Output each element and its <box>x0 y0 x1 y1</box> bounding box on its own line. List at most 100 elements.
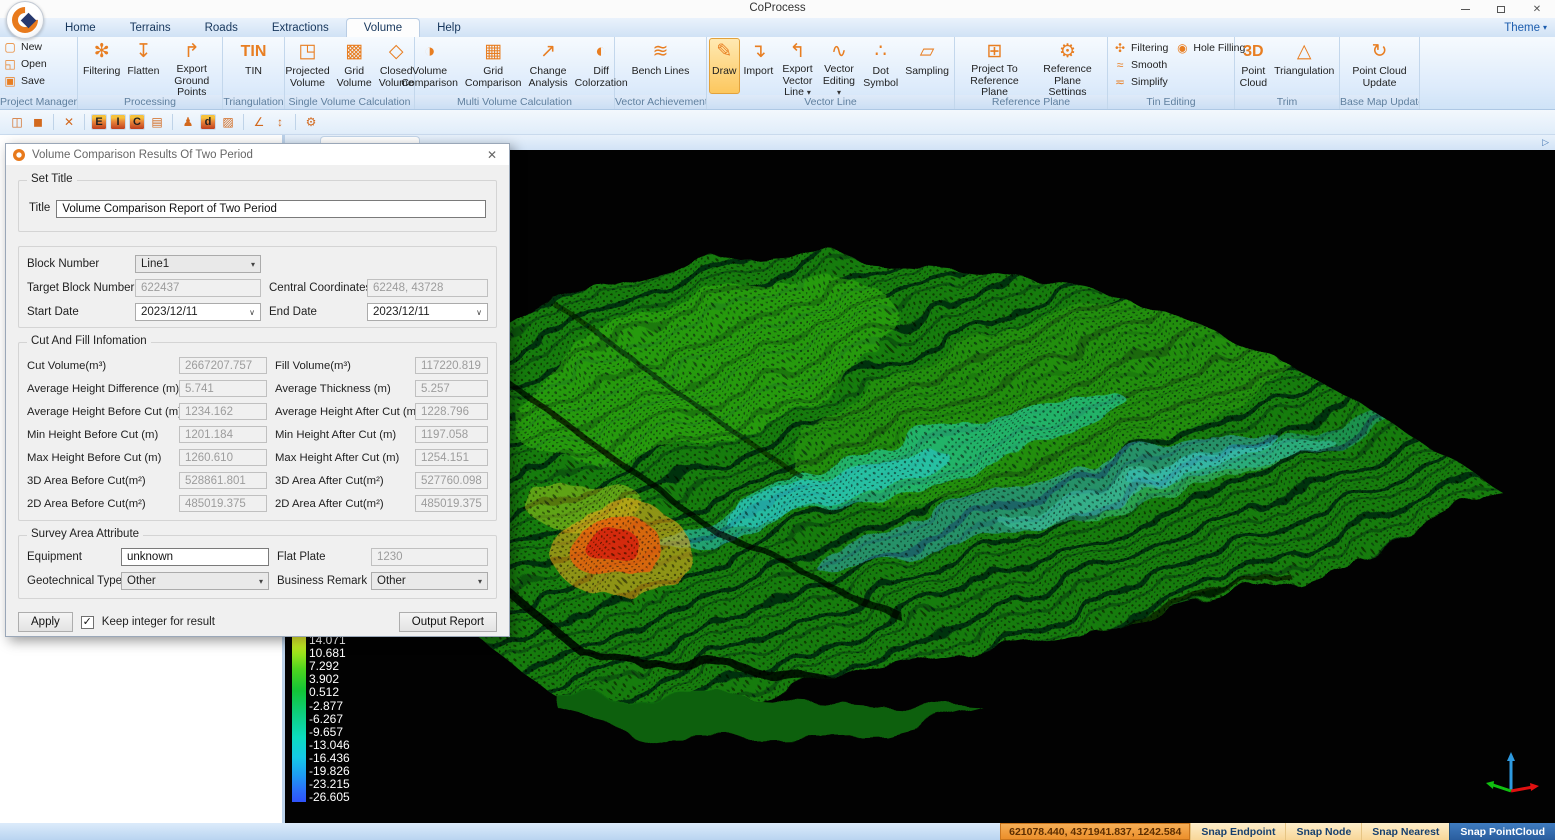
change-analysis-button[interactable]: ↗Change Analysis <box>526 38 571 94</box>
volume-comparison-icon: ◑ <box>424 40 435 66</box>
theme-label: Theme <box>1504 22 1540 34</box>
tab-roads[interactable]: Roads <box>188 18 255 37</box>
flatten-button[interactable]: ↧Flatten <box>124 38 162 94</box>
import-button[interactable]: ↴Import <box>741 38 777 94</box>
tin-icon: TIN <box>241 40 267 66</box>
point-cloud-update-button[interactable]: ↻Point Cloud Update <box>1344 38 1416 94</box>
tin-filtering-button[interactable]: ✣Filtering <box>1113 41 1168 55</box>
minimize-button[interactable] <box>1447 0 1483 18</box>
point-cloud-update-label: Point Cloud Update <box>1347 66 1413 89</box>
vector-editing-icon: ∿ <box>831 40 847 64</box>
project-to-reference-plane-button[interactable]: ⊞Project To Reference Plane <box>959 38 1031 94</box>
snap-node-toggle[interactable]: Snap Node <box>1285 823 1361 840</box>
trim-point-cloud-label: Point Cloud <box>1240 66 1267 89</box>
cut-and-fill-group-label: Cut And Fill Infomation <box>27 335 151 347</box>
solid-view-icon[interactable]: ◼ <box>29 113 47 131</box>
projected-volume-button[interactable]: ◳Projected Volume <box>282 38 332 94</box>
geotechnical-type-label: Geotechnical Type <box>27 575 119 587</box>
reference-plane-settings-button[interactable]: ⚙Reference Plane Settings <box>1032 38 1104 94</box>
palette-icon[interactable]: ▤ <box>148 113 166 131</box>
tab-extractions[interactable]: Extractions <box>255 18 346 37</box>
block-info-group: Block Number Line1 ▾ Target Block Number… <box>18 246 497 328</box>
volume-comparison-button[interactable]: ◑Volume Comparison <box>398 38 461 94</box>
grid-comparison-button[interactable]: ▦Grid Comparison <box>462 38 525 94</box>
filtering-label: Filtering <box>83 66 120 78</box>
maximize-button[interactable] <box>1483 0 1519 18</box>
export-ground-points-button[interactable]: ↱Export Ground Points <box>163 38 220 94</box>
dropdown-arrow-icon: ▾ <box>251 260 255 269</box>
tab-home[interactable]: Home <box>48 18 113 37</box>
bench-lines-button[interactable]: ≋Bench Lines <box>629 38 693 94</box>
cursor-coordinates: 621078.440, 4371941.837, 1242.584 <box>1000 823 1190 840</box>
vector-editing-button[interactable]: ∿Vector Editing ▾ <box>819 38 859 94</box>
ribbon-filler <box>1420 37 1555 109</box>
tab-terrains[interactable]: Terrains <box>113 18 188 37</box>
smooth-button[interactable]: ≈Smooth <box>1113 58 1168 72</box>
flat-plate-field: 1230 <box>371 548 488 566</box>
classification-render-icon[interactable]: C <box>129 114 145 130</box>
trim-point-cloud-button[interactable]: 3DPoint Cloud <box>1237 38 1270 94</box>
tin-filtering-icon: ✣ <box>1113 41 1127 55</box>
trim-triangulation-button[interactable]: △Triangulation <box>1271 38 1337 94</box>
group-caption-project-manager: Project Manager <box>0 95 77 109</box>
dialog-titlebar[interactable]: Volume Comparison Results Of Two Period … <box>6 144 509 165</box>
new-button[interactable]: ▢New <box>3 40 74 54</box>
group-caption-trim: Trim <box>1235 95 1339 109</box>
open-folder-icon: ◱ <box>3 57 17 71</box>
filtering-button[interactable]: ✻Filtering <box>80 38 123 94</box>
tin-button[interactable]: TINTIN <box>238 38 270 94</box>
area-measure-icon[interactable]: ▨ <box>219 113 237 131</box>
central-coordinates-label: Central Coordinates <box>263 282 365 294</box>
avg-height-after-field: 1228.796 <box>415 403 488 420</box>
snap-nearest-toggle[interactable]: Snap Nearest <box>1361 823 1449 840</box>
sampling-button[interactable]: ▱Sampling <box>902 38 952 94</box>
draw-button[interactable]: ✎Draw <box>709 38 740 94</box>
end-date-picker[interactable]: 2023/12/11 ∨ <box>367 303 488 321</box>
snap-pointcloud-toggle[interactable]: Snap PointCloud <box>1449 823 1555 840</box>
output-report-button[interactable]: Output Report <box>399 612 497 632</box>
simplify-button[interactable]: ≂Simplify <box>1113 75 1168 89</box>
vector-editing-label: Vector Editing ▾ <box>822 64 856 99</box>
business-remark-dropdown[interactable]: Other ▾ <box>371 572 488 590</box>
snap-endpoint-toggle[interactable]: Snap Endpoint <box>1190 823 1285 840</box>
export-ground-points-label: Export Ground Points <box>166 64 217 99</box>
distance-measure-icon[interactable]: d <box>200 114 216 130</box>
intensity-render-icon[interactable]: I <box>110 114 126 130</box>
app-logo[interactable] <box>6 1 44 39</box>
close-button[interactable]: ✕ <box>1519 0 1555 18</box>
tab-help[interactable]: Help <box>420 18 478 37</box>
dropdown-arrow-icon: ▾ <box>259 577 263 586</box>
grid-volume-button[interactable]: ▩Grid Volume <box>334 38 375 94</box>
target-block-label: Target Block Number <box>27 282 133 294</box>
avg-height-after-label: Average Height After Cut (m) <box>269 406 413 418</box>
group-caption-base-map-update: Base Map Update <box>1340 95 1419 109</box>
theme-button[interactable]: Theme ▾ <box>1504 18 1547 37</box>
dialog-close-button[interactable]: ✕ <box>482 148 502 162</box>
block-number-dropdown[interactable]: Line1 ▾ <box>135 255 261 273</box>
save-button[interactable]: ▣Save <box>3 74 74 88</box>
settings-gear-icon[interactable]: ⚙ <box>302 113 320 131</box>
draw-polyline-icon: ✎ <box>716 40 732 66</box>
minimize-icon <box>1461 9 1470 10</box>
expand-arrow-icon[interactable]: ▷ <box>1542 137 1549 148</box>
legend-value: -2.877 <box>309 700 350 713</box>
group-caption-triangulation: Triangulation <box>223 95 284 109</box>
ribbon-group-multi-volume: ◑Volume Comparison ▦Grid Comparison ↗Cha… <box>415 37 615 109</box>
title-input[interactable] <box>56 200 486 218</box>
geotechnical-type-dropdown[interactable]: Other ▾ <box>121 572 269 590</box>
change-analysis-label: Change Analysis <box>529 66 568 89</box>
tab-volume[interactable]: Volume <box>346 18 420 37</box>
wireframe-view-icon[interactable]: ◫ <box>8 113 26 131</box>
export-vector-line-button[interactable]: ↰Export Vector Line ▾ <box>777 38 817 94</box>
person-measure-icon[interactable]: ♟ <box>179 113 197 131</box>
height-measure-icon[interactable]: ↕ <box>271 113 289 131</box>
keep-integer-checkbox[interactable]: ✓ <box>81 616 94 629</box>
dot-symbol-button[interactable]: ∴Dot Symbol <box>860 38 901 94</box>
zoom-extents-icon[interactable]: ✕ <box>60 113 78 131</box>
elevation-render-icon[interactable]: E <box>91 114 107 130</box>
angle-measure-icon[interactable]: ∠ <box>250 113 268 131</box>
open-button[interactable]: ◱Open <box>3 57 74 71</box>
equipment-input[interactable] <box>121 548 269 566</box>
start-date-picker[interactable]: 2023/12/11 ∨ <box>135 303 261 321</box>
apply-button[interactable]: Apply <box>18 612 73 632</box>
